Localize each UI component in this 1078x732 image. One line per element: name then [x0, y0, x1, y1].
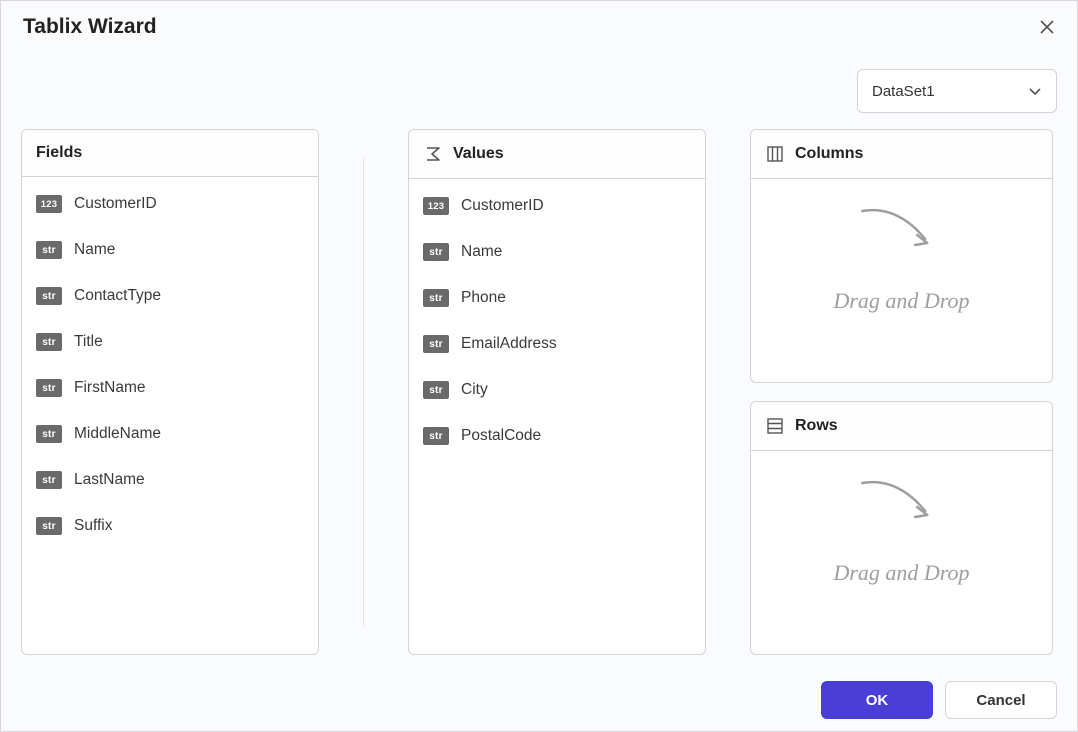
workspace: Fields 123CustomerIDstrNamestrContactTyp… [1, 125, 1077, 655]
field-item-label: CustomerID [74, 195, 157, 213]
string-type-badge: str [423, 243, 449, 261]
fields-list[interactable]: 123CustomerIDstrNamestrContactTypestrTit… [22, 177, 318, 654]
swoosh-arrow-icon [857, 475, 937, 525]
field-item-label: FirstName [74, 379, 145, 397]
cancel-button[interactable]: Cancel [945, 681, 1057, 719]
rows-panel-title: Rows [795, 417, 838, 435]
columns-panel: Columns Drag and Drop [750, 129, 1053, 383]
value-item[interactable]: str PostalCode [409, 413, 705, 459]
rows-panel-header: Rows [751, 402, 1052, 451]
tablix-wizard-window: Tablix Wizard DataSet1 Fields 123 Custome… [0, 0, 1078, 732]
string-type-badge: str [423, 289, 449, 307]
string-type-badge: str [36, 517, 62, 535]
value-item[interactable]: str City [409, 367, 705, 413]
footer-buttons: OK Cancel [821, 681, 1057, 719]
vertical-divider [363, 157, 364, 627]
values-panel-header: Values [409, 130, 705, 179]
field-item-label: MiddleName [74, 425, 161, 443]
window-title: Tablix Wizard [23, 15, 157, 39]
value-item[interactable]: str Phone [409, 275, 705, 321]
dataset-row: DataSet1 [1, 47, 1077, 125]
dataset-selected-value: DataSet1 [872, 83, 935, 100]
columns-dropzone[interactable]: Drag and Drop [751, 179, 1052, 382]
string-type-badge: str [36, 379, 62, 397]
right-column: Columns Drag and Drop Rows [750, 129, 1053, 655]
dataset-select[interactable]: DataSet1 [857, 69, 1057, 113]
field-item-label: LastName [74, 471, 145, 489]
sigma-icon [423, 144, 443, 164]
field-item-label: Title [74, 333, 103, 351]
value-item-label: EmailAddress [461, 335, 557, 353]
number-type-badge: 123 [423, 197, 449, 215]
value-item-label: Phone [461, 289, 506, 307]
chevron-down-icon [1028, 84, 1042, 98]
value-item[interactable]: str EmailAddress [409, 321, 705, 367]
rows-panel: Rows Drag and Drop [750, 401, 1053, 655]
field-item[interactable]: str ContactType [22, 273, 318, 319]
field-item[interactable]: str LastName [22, 457, 318, 503]
string-type-badge: str [36, 333, 62, 351]
columns-dropzone-hint: Drag and Drop [833, 288, 969, 314]
fields-panel: Fields 123CustomerIDstrNamestrContactTyp… [21, 129, 319, 655]
string-type-badge: str [423, 335, 449, 353]
value-item-label: Name [461, 243, 502, 261]
field-item-label: Name [74, 241, 115, 259]
string-type-badge: str [36, 425, 62, 443]
string-type-badge: str [423, 381, 449, 399]
string-type-badge: str [36, 471, 62, 489]
fields-panel-title: Fields [36, 144, 82, 162]
value-item[interactable]: str Name [409, 229, 705, 275]
value-item-label: City [461, 381, 488, 399]
string-type-badge: str [423, 427, 449, 445]
field-item[interactable]: str Suffix [22, 503, 318, 549]
values-panel-title: Values [453, 145, 504, 163]
rows-dropzone[interactable]: Drag and Drop [751, 451, 1052, 654]
values-list[interactable]: 123CustomerIDstrNamestrPhonestrEmailAddr… [409, 179, 705, 654]
columns-panel-title: Columns [795, 145, 863, 163]
rows-dropzone-hint: Drag and Drop [833, 560, 969, 586]
close-icon [1040, 20, 1054, 34]
columns-icon [765, 144, 785, 164]
columns-panel-header: Columns [751, 130, 1052, 179]
swoosh-arrow-icon [857, 203, 937, 253]
fields-panel-header: Fields [22, 130, 318, 177]
field-item[interactable]: str Title [22, 319, 318, 365]
rows-icon [765, 416, 785, 436]
value-item-label: PostalCode [461, 427, 541, 445]
field-item-label: Suffix [74, 517, 113, 535]
ok-button[interactable]: OK [821, 681, 933, 719]
titlebar: Tablix Wizard [1, 1, 1077, 47]
string-type-badge: str [36, 287, 62, 305]
field-item[interactable]: str Name [22, 227, 318, 273]
field-item[interactable]: str FirstName [22, 365, 318, 411]
field-item[interactable]: 123 CustomerID [22, 181, 318, 227]
field-item-label: ContactType [74, 287, 161, 305]
number-type-badge: 123 [36, 195, 62, 213]
field-item[interactable]: str MiddleName [22, 411, 318, 457]
close-button[interactable] [1035, 15, 1059, 39]
value-item[interactable]: 123 CustomerID [409, 183, 705, 229]
value-item-label: CustomerID [461, 197, 544, 215]
values-panel: Values 123CustomerIDstrNamestrPhonestrEm… [408, 129, 706, 655]
string-type-badge: str [36, 241, 62, 259]
